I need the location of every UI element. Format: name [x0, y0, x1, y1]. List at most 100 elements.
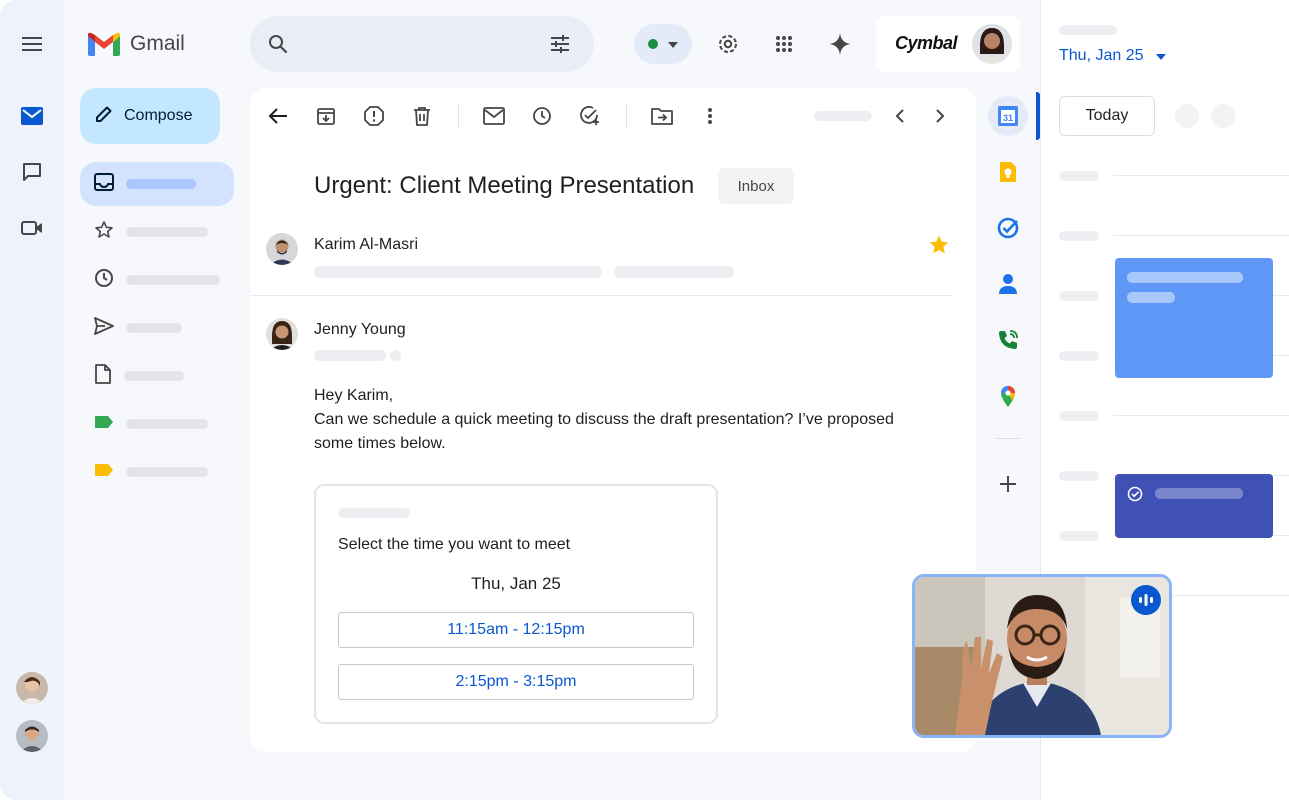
side-apps-divider	[996, 438, 1020, 439]
gmail-logo[interactable]: Gmail	[88, 28, 185, 60]
hour-label-placeholder	[1059, 231, 1099, 241]
calendar-task-event[interactable]	[1115, 474, 1273, 538]
search-options-icon[interactable]	[548, 32, 572, 61]
calendar-header-placeholder	[1059, 25, 1117, 35]
meet-video-tile[interactable]	[912, 574, 1172, 738]
hour-label-placeholder	[1059, 291, 1099, 301]
hour-gridline	[1113, 235, 1289, 236]
nav-item-inbox[interactable]	[80, 162, 234, 206]
email-greeting: Hey Karim,	[314, 387, 394, 404]
chevron-down-icon	[668, 35, 678, 53]
meet-icon[interactable]	[12, 208, 52, 248]
hour-gridline	[1113, 175, 1289, 176]
hour-label-placeholder	[1059, 471, 1099, 481]
keep-app-icon[interactable]	[988, 152, 1028, 192]
pagination-placeholder	[814, 111, 872, 121]
svg-text:31: 31	[1003, 113, 1013, 123]
calendar-event[interactable]	[1115, 258, 1273, 378]
apps-grid-icon[interactable]	[764, 24, 804, 64]
app-frame: Gmail Cymbal Compose Urgent: Client Meet…	[0, 0, 1289, 800]
nav-item-label-yellow[interactable]	[80, 456, 234, 488]
label-tag-green-icon	[94, 415, 114, 434]
nav-item-snoozed[interactable]	[80, 264, 234, 296]
next-day-button[interactable]	[1211, 104, 1235, 128]
brand-logo: Cymbal	[895, 33, 958, 53]
message-divider	[250, 295, 952, 296]
nav-item-sent[interactable]	[80, 312, 234, 344]
label-tag-yellow-icon	[94, 463, 114, 482]
nav-item-drafts[interactable]	[80, 360, 234, 392]
brand-account-card[interactable]: Cymbal	[876, 16, 1020, 72]
star-icon[interactable]	[928, 234, 950, 261]
avatar[interactable]	[16, 672, 48, 704]
prev-day-button[interactable]	[1175, 104, 1199, 128]
avatar[interactable]	[16, 720, 48, 752]
nav-item-starred[interactable]	[80, 216, 234, 248]
time-slot-button[interactable]: 2:15pm - 3:15pm	[338, 664, 694, 700]
snippet-placeholder	[614, 266, 734, 278]
scheduler-title: Select the time you want to meet	[338, 536, 571, 553]
email-body-text: Can we schedule a quick meeting to discu…	[314, 411, 894, 452]
archive-icon[interactable]	[312, 102, 340, 130]
calendar-app-icon[interactable]: 31	[988, 96, 1028, 136]
back-arrow-icon[interactable]	[264, 102, 292, 130]
voice-app-icon[interactable]	[988, 320, 1028, 360]
menu-icon[interactable]	[12, 24, 52, 64]
add-task-icon[interactable]	[576, 102, 604, 130]
sender-avatar[interactable]	[266, 318, 298, 350]
more-vert-icon[interactable]	[696, 102, 724, 130]
hour-label-placeholder	[1059, 531, 1099, 541]
sender-avatar[interactable]	[266, 233, 298, 265]
nav-label-placeholder	[126, 323, 182, 333]
settings-gear-icon[interactable]	[708, 24, 748, 64]
toolbar-divider	[458, 104, 459, 128]
task-title-placeholder	[1155, 488, 1243, 499]
calendar-date-selector[interactable]: Thu, Jan 25	[1059, 47, 1166, 65]
left-rail	[0, 0, 64, 800]
today-button[interactable]: Today	[1059, 96, 1155, 136]
mark-unread-icon[interactable]	[480, 102, 508, 130]
status-dot-icon	[648, 39, 658, 49]
snippet-placeholder	[314, 266, 602, 278]
tasks-app-icon[interactable]	[988, 208, 1028, 248]
nav-label-placeholder	[124, 371, 184, 381]
inbox-icon	[94, 172, 114, 196]
mail-icon[interactable]	[12, 96, 52, 136]
move-to-icon[interactable]	[648, 102, 676, 130]
gmail-logo-icon	[88, 32, 120, 56]
chevron-right-icon[interactable]	[926, 102, 954, 130]
maps-app-icon[interactable]	[988, 376, 1028, 416]
search-bar[interactable]	[250, 16, 594, 72]
clock-icon	[94, 268, 114, 293]
email-subject: Urgent: Client Meeting Presentation	[314, 172, 695, 199]
meeting-scheduler-card: Select the time you want to meet Thu, Ja…	[314, 484, 718, 724]
report-spam-icon[interactable]	[360, 102, 388, 130]
status-selector[interactable]	[634, 24, 692, 64]
draft-file-icon	[94, 363, 112, 389]
compose-button[interactable]: Compose	[80, 88, 220, 144]
time-slot-button[interactable]: 11:15am - 12:15pm	[338, 612, 694, 648]
nav-label-placeholder	[126, 419, 208, 429]
nav-item-label-green[interactable]	[80, 408, 234, 440]
hour-label-placeholder	[1059, 411, 1099, 421]
audio-active-icon	[1131, 585, 1161, 615]
delete-icon[interactable]	[408, 102, 436, 130]
sender-name: Karim Al-Masri	[314, 236, 419, 253]
chevron-left-icon[interactable]	[886, 102, 914, 130]
chat-icon[interactable]	[12, 152, 52, 192]
contacts-app-icon[interactable]	[988, 264, 1028, 304]
gemini-sparkle-icon[interactable]	[820, 24, 860, 64]
card-header-placeholder	[338, 508, 410, 518]
snooze-icon[interactable]	[528, 102, 556, 130]
meta-placeholder	[390, 350, 401, 361]
app-name: Gmail	[130, 32, 185, 55]
nav-label-placeholder	[126, 467, 208, 477]
inbox-label-chip[interactable]: Inbox	[718, 168, 794, 204]
add-icon[interactable]	[988, 464, 1028, 504]
calendar-date: Thu, Jan 25	[1059, 47, 1144, 64]
event-time-placeholder	[1127, 292, 1175, 303]
account-avatar[interactable]	[972, 24, 1012, 64]
hour-label-placeholder	[1059, 351, 1099, 361]
search-icon[interactable]	[266, 32, 290, 61]
email-body: Hey Karim, Can we schedule a quick meeti…	[314, 384, 934, 456]
